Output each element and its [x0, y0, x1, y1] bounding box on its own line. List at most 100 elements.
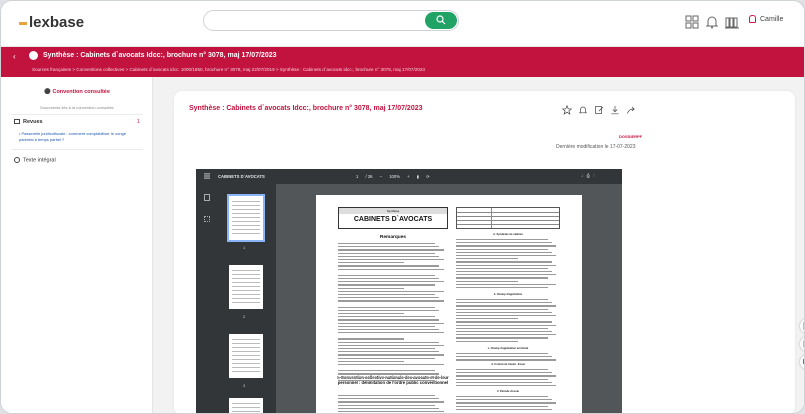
- back-chevron-icon[interactable]: ‹: [13, 52, 16, 61]
- text-line: [338, 325, 435, 327]
- top-bar: lexbase Camille: [1, 1, 804, 47]
- pdf-print-icon[interactable]: ⎙: [587, 173, 590, 178]
- text-line: [338, 411, 444, 413]
- rotate-icon[interactable]: ⟳: [426, 174, 430, 179]
- text-line: [338, 287, 404, 289]
- highlight-icon: [803, 340, 804, 348]
- text-line: [338, 281, 444, 283]
- page-right-heading-e: 2. Période d'essai: [497, 390, 519, 393]
- menu-icon[interactable]: [204, 173, 210, 179]
- star-icon[interactable]: [562, 105, 572, 115]
- page-thumbnail[interactable]: [227, 194, 265, 242]
- convention-consultee-link[interactable]: ⚫ Convention consultée: [1, 89, 153, 95]
- text-line: [456, 287, 548, 289]
- dashboard-icon[interactable]: [684, 14, 700, 30]
- user-name: Camille: [760, 15, 784, 23]
- clock-icon: [14, 157, 20, 163]
- revues-count-badge: 1: [137, 119, 140, 125]
- library-icon[interactable]: [724, 14, 740, 30]
- pdf-download-icon[interactable]: ↓: [581, 173, 583, 178]
- logo-text: lexbase: [29, 14, 85, 31]
- revues-section[interactable]: Revues: [14, 119, 43, 125]
- search-button[interactable]: [425, 12, 457, 29]
- text-line: [456, 359, 556, 361]
- text-line: [338, 249, 444, 251]
- logo[interactable]: lexbase: [19, 14, 84, 31]
- revues-label: Revues: [23, 119, 43, 125]
- highlight-fab[interactable]: [800, 337, 804, 351]
- page-controls: 1 / 26 – 100% + ▮ ⟳: [356, 174, 436, 179]
- zoom-out-icon[interactable]: –: [380, 174, 382, 179]
- text-line: [338, 274, 435, 276]
- text-line: [338, 344, 444, 346]
- text-line: [338, 294, 435, 296]
- text-line: [456, 274, 556, 276]
- page-right-heading-b: b. Champ d'application: [493, 293, 523, 296]
- breadcrumb[interactable]: Sources françaises > Conventions collect…: [32, 67, 425, 72]
- text-line: [338, 306, 435, 308]
- notes-icon: [803, 322, 804, 330]
- text-line: [338, 309, 440, 311]
- outline-icon[interactable]: [204, 216, 210, 222]
- pdf-page: Synthèse CABINETS D`AVOCATS Remarques A.…: [316, 195, 582, 413]
- revue-link[interactable]: • Passerelle juridicofiscale : comment c…: [19, 131, 131, 142]
- text-line: [338, 319, 440, 321]
- text-line: [456, 399, 552, 401]
- page-thumbnail[interactable]: [229, 334, 263, 378]
- thumbnail-number: 1: [243, 245, 246, 250]
- text-line: [338, 404, 435, 406]
- document-title: Synthèse : Cabinets d`avocats Idcc:, bro…: [189, 105, 423, 112]
- bell-icon[interactable]: [578, 105, 588, 115]
- text-line: [338, 265, 440, 267]
- text-line: [456, 267, 548, 269]
- text-line: [456, 277, 548, 279]
- page-thumbnail[interactable]: [229, 398, 263, 413]
- text-line: [456, 239, 548, 241]
- download-icon[interactable]: [610, 105, 620, 115]
- comment-fab[interactable]: [800, 355, 804, 369]
- pdf-thumbnail-sidebar: 1 2 3: [196, 184, 276, 413]
- zoom-in-icon[interactable]: +: [407, 174, 409, 179]
- text-line: [338, 364, 444, 366]
- header-title: Synthèse : Cabinets d`avocats Idcc:, bro…: [43, 52, 277, 59]
- text-line: [338, 395, 435, 397]
- texte-integral-link[interactable]: Texte intégral: [14, 157, 56, 163]
- document-tag: DOSSIERPF: [619, 134, 643, 139]
- thumbnails-icon[interactable]: [204, 194, 210, 201]
- page-current[interactable]: 1: [356, 174, 358, 179]
- pdf-more-icon[interactable]: ⋮: [593, 173, 594, 178]
- text-line: [456, 327, 548, 329]
- text-line: [456, 405, 548, 407]
- pdf-viewer[interactable]: CABINETS D`AVOCATS 1 / 26 – 100% + ▮ ⟳ ↓…: [196, 169, 622, 413]
- page-thumbnail[interactable]: [229, 265, 263, 309]
- text-line: [456, 305, 556, 307]
- text-line: [338, 255, 440, 257]
- text-line: [456, 311, 552, 313]
- annotate-icon[interactable]: [594, 105, 604, 115]
- fit-page-icon[interactable]: ▮: [417, 174, 419, 179]
- page-right-heading-d: d. Contrat de travail - Essai: [491, 363, 525, 366]
- text-line: [338, 332, 444, 334]
- document-actions: [562, 105, 662, 117]
- share-icon[interactable]: [626, 105, 636, 115]
- notes-fab[interactable]: [800, 319, 804, 333]
- page-total: / 26: [365, 174, 373, 179]
- text-line: [338, 316, 435, 318]
- text-line: [456, 242, 552, 244]
- text-line: [456, 375, 556, 377]
- text-line: [338, 360, 404, 362]
- convention-label: Convention consultée: [52, 89, 110, 95]
- user-menu[interactable]: Camille: [749, 15, 783, 23]
- text-line: [456, 369, 548, 371]
- zoom-level[interactable]: 100%: [389, 174, 400, 179]
- text-line: [338, 398, 440, 400]
- text-line: [338, 376, 444, 378]
- text-line: [456, 353, 548, 355]
- pdf-toolbar: CABINETS D`AVOCATS 1 / 26 – 100% + ▮ ⟳ ↓…: [196, 169, 622, 184]
- text-line: [338, 297, 440, 299]
- text-line: [456, 302, 552, 304]
- text-line: [456, 318, 519, 320]
- text-line: [338, 246, 440, 248]
- search-input[interactable]: [203, 10, 459, 31]
- bell-icon[interactable]: [704, 14, 720, 30]
